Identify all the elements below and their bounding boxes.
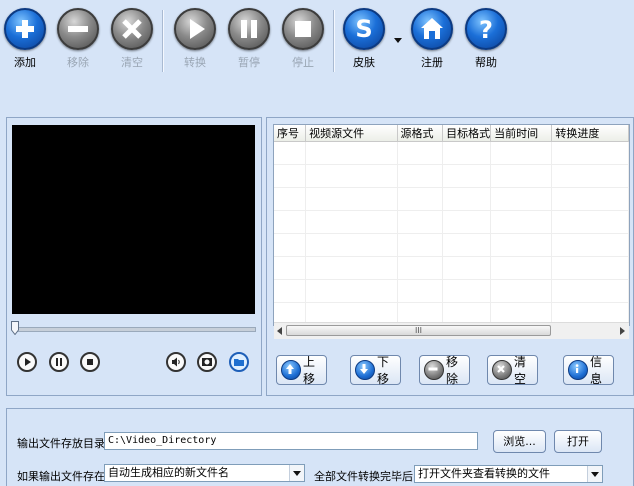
svg-text:S: S: [355, 15, 372, 43]
scroll-left-arrow-icon[interactable]: [277, 327, 282, 335]
table-row: [274, 210, 629, 234]
clear-label: 清空: [121, 56, 143, 69]
column-header-target-format[interactable]: 目标格式: [442, 125, 492, 142]
register-label: 注册: [421, 56, 443, 69]
pause-label: 暂停: [238, 56, 260, 69]
toolbar-separator: [162, 10, 164, 72]
table-header-row: 序号 视频源文件 源格式 目标格式 当前时间 转换进度: [274, 125, 629, 142]
output-dir-input[interactable]: C:\Video_Directory: [104, 432, 478, 450]
file-exists-select[interactable]: 自动生成相应的新文件名: [104, 464, 305, 482]
x-icon: [111, 8, 153, 50]
skin-button[interactable]: S 皮肤: [339, 8, 389, 70]
table-row: [274, 187, 629, 211]
table-row: [274, 233, 629, 257]
register-button[interactable]: 注册: [407, 8, 457, 70]
open-button[interactable]: 打开: [554, 430, 602, 453]
seek-slider[interactable]: [14, 327, 256, 332]
speaker-icon: [172, 357, 180, 367]
column-header-source-format[interactable]: 源格式: [397, 125, 444, 142]
table-row: [274, 256, 629, 280]
browse-button[interactable]: 浏览...: [493, 430, 546, 453]
list-clear-button[interactable]: 清空: [487, 355, 538, 386]
add-label: 添加: [14, 56, 36, 69]
list-clear-label: 清空: [514, 355, 527, 386]
skin-dropdown-caret-icon[interactable]: [394, 38, 402, 43]
home-icon: [411, 8, 453, 50]
list-remove-button[interactable]: 移除: [419, 355, 470, 386]
toolbar-separator: [333, 10, 335, 72]
player-pause-button[interactable]: [49, 352, 69, 372]
svg-text:?: ?: [479, 16, 493, 44]
table-row: [274, 279, 629, 303]
convert-button[interactable]: 转换: [170, 8, 220, 70]
pause-icon: [56, 358, 62, 366]
player-play-button[interactable]: [17, 352, 37, 372]
move-down-label: 下移: [377, 355, 390, 386]
pause-icon: [228, 8, 270, 50]
remove-label: 移除: [67, 56, 89, 69]
open-folder-button[interactable]: [229, 352, 249, 372]
scroll-right-arrow-icon[interactable]: [620, 327, 625, 335]
help-button[interactable]: ? 帮助: [461, 8, 511, 70]
arrow-down-icon: [355, 360, 375, 380]
info-icon: [568, 360, 588, 380]
list-remove-label: 移除: [446, 355, 459, 386]
volume-button[interactable]: [166, 352, 186, 372]
question-icon: ?: [465, 8, 507, 50]
play-icon: [25, 358, 31, 366]
table-row: [274, 141, 629, 165]
move-up-label: 上移: [303, 355, 316, 386]
play-icon: [174, 8, 216, 50]
clear-button[interactable]: 清空: [107, 8, 157, 70]
after-convert-label: 全部文件转换完毕后:: [314, 470, 417, 483]
video-preview: [12, 125, 255, 314]
scrollbar-thumb[interactable]: III: [286, 325, 551, 336]
move-down-button[interactable]: 下移: [350, 355, 401, 386]
camera-icon: [202, 358, 212, 366]
column-header-index[interactable]: 序号: [274, 125, 307, 142]
plus-icon: [4, 8, 46, 50]
add-button[interactable]: 添加: [0, 8, 50, 70]
stop-icon: [87, 359, 93, 365]
column-header-current-time[interactable]: 当前时间: [490, 125, 553, 142]
arrow-up-icon: [281, 360, 301, 380]
stop-button[interactable]: 停止: [278, 8, 328, 70]
file-table[interactable]: 序号 视频源文件 源格式 目标格式 当前时间 转换进度: [273, 124, 630, 326]
after-convert-value: 打开文件夹查看转换的文件: [418, 467, 550, 480]
minus-icon: [424, 360, 444, 380]
chevron-down-icon[interactable]: [289, 465, 304, 481]
convert-label: 转换: [184, 56, 206, 69]
column-header-source-file[interactable]: 视频源文件: [305, 125, 398, 142]
skin-s-icon: S: [343, 8, 385, 50]
file-exists-value: 自动生成相应的新文件名: [108, 466, 229, 479]
stop-label: 停止: [292, 56, 314, 69]
snapshot-button[interactable]: [197, 352, 217, 372]
file-exists-label: 如果输出文件存在:: [17, 470, 109, 483]
seek-slider-thumb[interactable]: [11, 321, 19, 335]
column-header-progress[interactable]: 转换进度: [551, 125, 629, 142]
output-dir-label: 输出文件存放目录:: [17, 437, 109, 450]
move-up-button[interactable]: 上移: [276, 355, 327, 386]
skin-label: 皮肤: [353, 56, 375, 69]
table-row: [274, 164, 629, 188]
info-button[interactable]: 信息: [563, 355, 614, 386]
chevron-down-icon[interactable]: [587, 466, 602, 482]
horizontal-scrollbar[interactable]: III: [274, 322, 629, 339]
info-label: 信息: [590, 355, 603, 386]
player-stop-button[interactable]: [80, 352, 100, 372]
after-convert-select[interactable]: 打开文件夹查看转换的文件: [414, 465, 603, 483]
stop-icon: [282, 8, 324, 50]
pause-button[interactable]: 暂停: [224, 8, 274, 70]
minus-icon: [57, 8, 99, 50]
remove-button[interactable]: 移除: [53, 8, 103, 70]
x-icon: [492, 360, 512, 380]
folder-icon: [234, 359, 244, 366]
help-label: 帮助: [475, 56, 497, 69]
